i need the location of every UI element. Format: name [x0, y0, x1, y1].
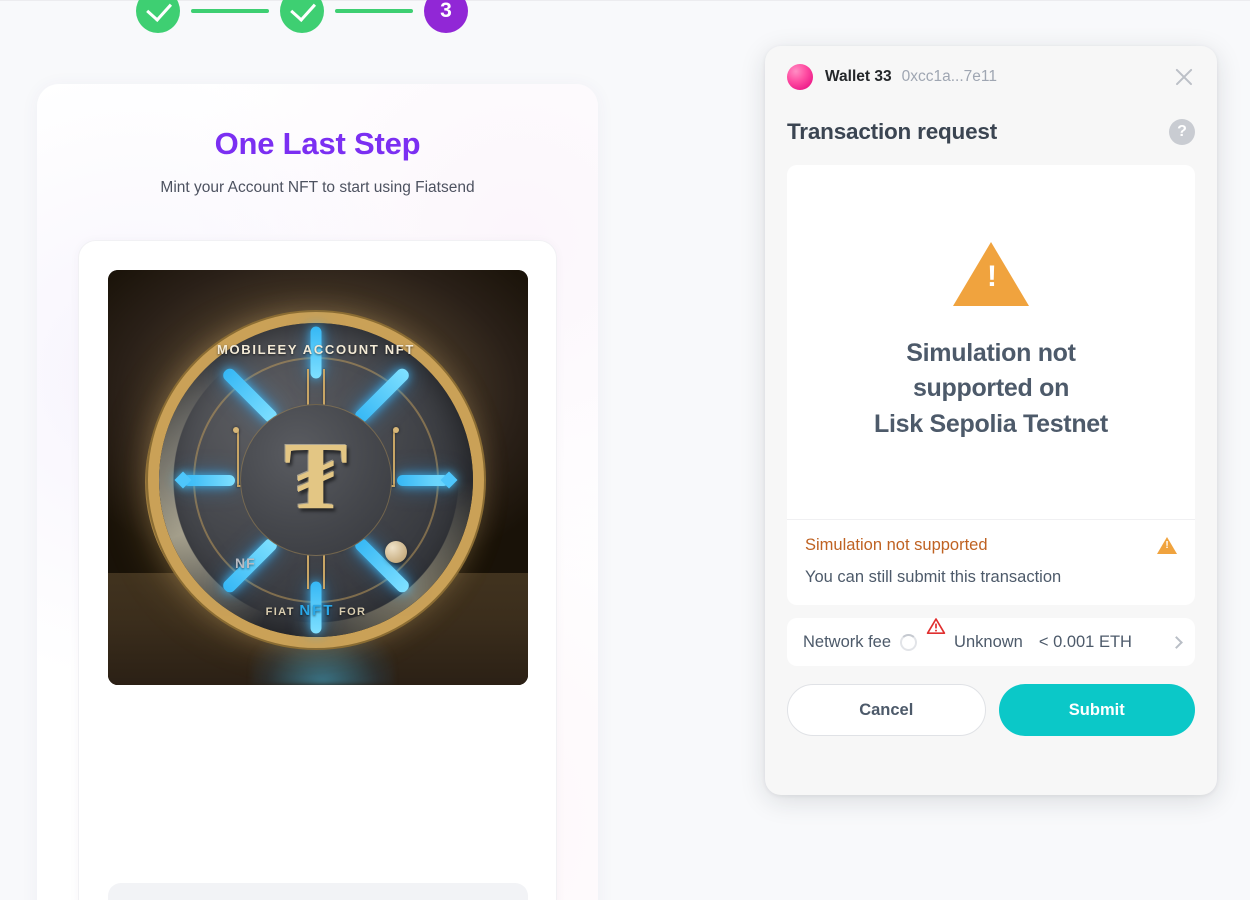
close-icon[interactable] [1171, 64, 1197, 90]
check-icon [145, 0, 172, 23]
nft-card: ₮ MOBILEEY ACCOUNT NFT FIAT NFT FOR NF W… [78, 240, 557, 900]
wallet-transaction-popup: Wallet 33 0xcc1a...7e11 Transaction requ… [765, 46, 1217, 795]
coin-rim-nft: NFT [299, 601, 335, 619]
simulation-message-line-1: Simulation not [906, 338, 1076, 367]
coin-rim-fiat: FIAT [265, 605, 295, 618]
help-icon[interactable]: ? [1169, 119, 1195, 145]
popup-title-row: Transaction request ? [787, 108, 1195, 156]
simulation-card: Simulation not supported on Lisk Sepolia… [787, 165, 1195, 605]
coin-circuit [307, 368, 309, 409]
simulation-note-subtitle: You can still submit this transaction [805, 568, 1062, 586]
stepper-step-1[interactable] [136, 0, 180, 33]
waiting-for-approval-button[interactable]: Waiting for approval... [108, 883, 528, 900]
coin-circuit [323, 368, 325, 409]
simulation-body: Simulation not supported on Lisk Sepolia… [787, 165, 1195, 519]
coin-node [393, 426, 399, 433]
spinner-icon [900, 633, 918, 651]
coin-bead [385, 540, 407, 563]
coin-node [233, 426, 239, 433]
network-fee-label: Network fee [803, 632, 892, 651]
simulation-note: Simulation not supported You can still s… [787, 520, 1195, 605]
wallet-address: 0xcc1a...7e11 [901, 68, 997, 85]
submit-button[interactable]: Submit [998, 684, 1195, 736]
stepper-step-3-label: 3 [440, 0, 452, 22]
warning-triangle-icon [953, 241, 1029, 306]
alert-triangle-icon [926, 617, 946, 651]
simulation-message-line-3: Lisk Sepolia Testnet [874, 409, 1108, 438]
coin-rim-for: FOR [338, 605, 367, 618]
avatar [787, 64, 813, 90]
popup-actions: Cancel Submit [787, 684, 1195, 736]
app-page: 3 One Last Step Mint your Account NFT to… [0, 0, 1250, 900]
simulation-message-line-2: supported on [912, 374, 1070, 403]
coin-circuit [237, 430, 239, 487]
page-subtitle: Mint your Account NFT to start using Fia… [160, 179, 475, 196]
stepper-connector-1 [191, 9, 269, 13]
page-title: One Last Step [214, 126, 421, 161]
coin-symbol: ₮ [283, 421, 349, 529]
simulation-message: Simulation not supported on Lisk Sepolia… [874, 336, 1108, 443]
check-icon [289, 0, 316, 23]
onboarding-stepper: 3 [136, 0, 468, 33]
network-fee-amount: < 0.001 ETH [1038, 632, 1132, 651]
wallet-name: Wallet 33 [825, 68, 892, 85]
popup-title: Transaction request [787, 119, 998, 144]
network-fee-status: Unknown [954, 632, 1023, 651]
coin-rim-top-text: MOBILEEY ACCOUNT NFT [217, 342, 415, 357]
cancel-button[interactable]: Cancel [787, 684, 986, 736]
nft-coin: ₮ MOBILEEY ACCOUNT NFT FIAT NFT FOR NF [145, 322, 477, 641]
simulation-note-title: Simulation not supported [805, 536, 988, 554]
coin-rim-bottom-text: FIAT NFT FOR [159, 602, 473, 619]
coin-nf-mark: NF [235, 554, 256, 571]
stepper-step-3[interactable]: 3 [424, 0, 468, 33]
mint-panel: One Last Step Mint your Account NFT to s… [37, 84, 598, 900]
coin-circuit [393, 430, 395, 487]
warning-triangle-icon [1157, 537, 1177, 554]
stepper-step-2[interactable] [280, 0, 324, 33]
network-fee-row[interactable]: Network fee Unknown < 0.001 ETH [787, 617, 1195, 666]
nft-image: ₮ MOBILEEY ACCOUNT NFT FIAT NFT FOR NF [108, 270, 528, 685]
chevron-right-icon[interactable] [1170, 635, 1183, 649]
wallet-account-row[interactable]: Wallet 33 0xcc1a...7e11 [787, 46, 1195, 108]
coin-face: ₮ MOBILEEY ACCOUNT NFT FIAT NFT FOR NF [159, 322, 473, 637]
stepper-connector-2 [335, 9, 413, 13]
